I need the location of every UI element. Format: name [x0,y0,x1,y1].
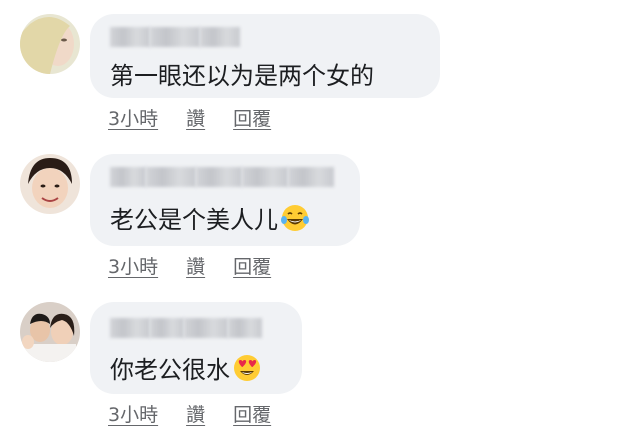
comment-bubble: 第一眼还以为是两个女的 [90,14,440,98]
comment-bubble: 老公是个美人儿 [90,154,360,246]
avatar[interactable] [20,14,80,74]
comment-text-content: 你老公很水 [110,356,230,384]
timestamp-link[interactable]: 3小時 [108,252,158,279]
comment-actions: 3小時 讚 回覆 [108,104,299,131]
comment-actions: 3小時 讚 回覆 [108,400,299,427]
comment-actions: 3小時 讚 回覆 [108,252,299,279]
comment-text: 老公是个美人儿 [110,200,310,235]
blurred-author-name[interactable] [110,27,240,47]
like-button[interactable]: 讚 [186,252,205,279]
comment-text-content: 老公是个美人儿 [110,206,278,234]
reply-button[interactable]: 回覆 [233,252,271,279]
like-button[interactable]: 讚 [186,104,205,131]
comment-bubble: 你老公很水 [90,302,302,394]
reply-button[interactable]: 回覆 [233,400,271,427]
avatar[interactable] [20,302,80,362]
like-button[interactable]: 讚 [186,400,205,427]
timestamp-link[interactable]: 3小時 [108,104,158,131]
comment-text-content: 第一眼还以为是两个女的 [110,62,374,90]
timestamp-link[interactable]: 3小時 [108,400,158,427]
blurred-author-name[interactable] [110,318,262,338]
comment-text: 你老公很水 [110,350,262,385]
heart-eyes-emoji [234,354,260,381]
comment-text: 第一眼还以为是两个女的 [110,56,374,91]
blurred-author-name[interactable] [110,167,334,187]
reply-button[interactable]: 回覆 [233,104,271,131]
tears-of-joy-emoji [281,204,309,231]
avatar[interactable] [20,154,80,214]
